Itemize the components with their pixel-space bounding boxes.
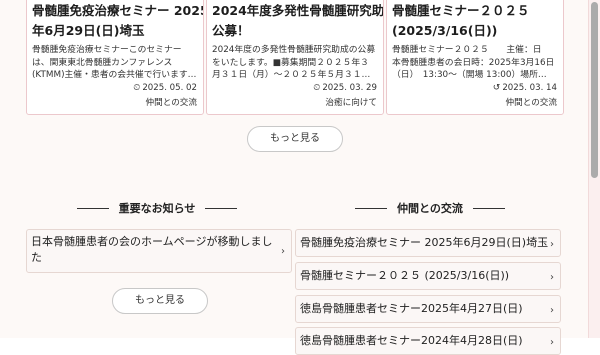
notice-list-item[interactable]: 日本骨髄腫患者の会のホームページが移動しました › (26, 229, 292, 273)
list-item-label: 徳島骨髄腫患者セミナー2024年4月28日(日) (300, 334, 523, 347)
list-item-label: 徳島骨髄腫患者セミナー2025年4月27日(日) (300, 302, 523, 315)
news-card[interactable]: 骨髄腫免疫治療セミナー 2025 年6月29日(日)埼玉 骨髄腫免疫治療セミナー… (26, 0, 204, 115)
clock-icon: ⏲ (313, 83, 321, 93)
vertical-scrollbar[interactable] (588, 0, 600, 338)
heading-rule (355, 207, 388, 209)
news-card-category[interactable]: 仲間との交流 (506, 96, 557, 108)
history-icon: ↺ (492, 83, 501, 93)
scrollbar-thumb[interactable] (591, 2, 598, 178)
exchange-section-heading: 仲間との交流 (342, 200, 518, 216)
list-item-label: 骨髄腫セミナー２０２５ (2025/3/16(日)) (300, 269, 510, 282)
list-item-label: 骨髄腫免疫治療セミナー 2025年6月29日(日)埼玉 (300, 236, 549, 249)
more-notices-button[interactable]: もっと見る (112, 288, 208, 314)
news-card-date: ⏲ 2025. 03. 29 (313, 83, 377, 93)
chevron-right-icon: › (550, 305, 554, 316)
news-card-date: ⏲ 2025. 05. 02 (133, 83, 197, 93)
chevron-right-icon: › (550, 272, 554, 283)
chevron-right-icon: › (550, 239, 554, 250)
chevron-right-icon: › (550, 337, 554, 348)
heading-rule (76, 207, 109, 209)
news-card-title: 骨髄腫免疫治療セミナー 2025 年6月29日(日)埼玉 (32, 3, 204, 38)
news-card-excerpt: 2024年度の多発性骨髄腫研究助成の公募 をいたします。■募集期間２０２５年３ … (212, 45, 376, 80)
chevron-right-icon: › (281, 246, 285, 257)
exchange-list-item[interactable]: 徳島骨髄腫患者セミナー2025年4月27日(日) › (295, 295, 561, 323)
more-news-button[interactable]: もっと見る (247, 126, 343, 152)
exchange-list-item[interactable]: 徳島骨髄腫患者セミナー2024年4月28日(日) › (295, 327, 561, 355)
heading-rule (205, 207, 238, 209)
news-card-date: ↺ 2025. 03. 14 (492, 83, 557, 93)
news-card-title: 2024年度多発性骨髄腫研究助成 公募！ (212, 3, 384, 38)
list-item-label: 日本骨髄腫患者の会のホームページが移動しました (31, 235, 273, 264)
exchange-list-item[interactable]: 骨髄腫免疫治療セミナー 2025年6月29日(日)埼玉 › (295, 229, 561, 257)
news-card-category[interactable]: 仲間との交流 (146, 96, 197, 108)
notices-section-heading: 重要なお知らせ (64, 200, 250, 216)
heading-rule (472, 207, 505, 209)
exchange-list-item[interactable]: 骨髄腫セミナー２０２５ (2025/3/16(日)) › (295, 262, 561, 290)
news-card[interactable]: 2024年度多発性骨髄腫研究助成 公募！ 2024年度の多発性骨髄腫研究助成の公… (206, 0, 384, 115)
news-card-excerpt: 骨髄腫免疫治療セミナーこのセミナー は、関東東北骨髄腫カンファレンス (KTMM… (32, 45, 197, 80)
news-card[interactable]: 骨髄腫セミナー２０２５ (2025/3/16(日)) 骨髄腫セミナー２０２５ 主… (386, 0, 564, 115)
clock-icon: ⏲ (133, 83, 141, 93)
news-card-excerpt: 骨髄腫セミナー２０２５ 主催：日 本骨髄腫患者の会日時：2025年3月16日 （… (392, 45, 555, 80)
news-card-title: 骨髄腫セミナー２０２５ (2025/3/16(日)) (392, 3, 530, 38)
news-card-category[interactable]: 治癒に向けて (325, 96, 377, 108)
